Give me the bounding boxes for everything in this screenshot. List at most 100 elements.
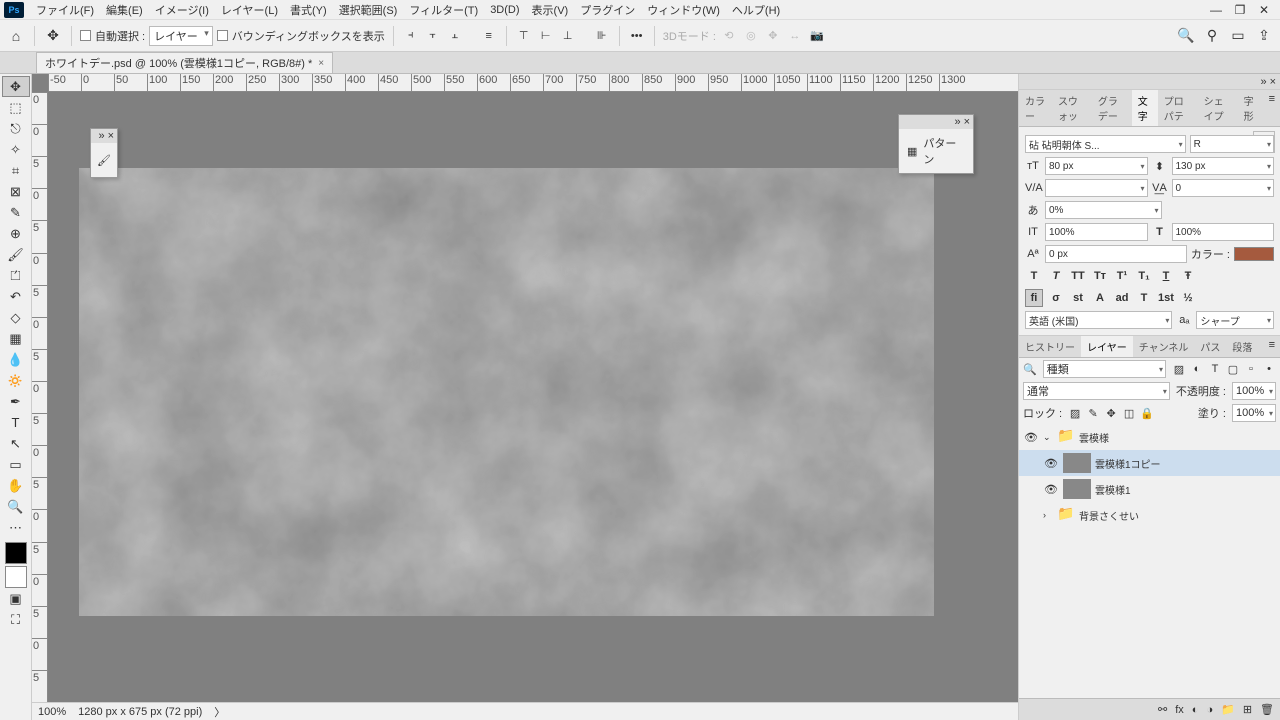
qsearch-icon[interactable]: ⚲ (1202, 26, 1222, 46)
auto-select-dropdown[interactable]: レイヤー (149, 26, 213, 46)
subscript-button[interactable]: T₁ (1135, 267, 1153, 285)
layer-name[interactable]: 雲模様1コピー (1095, 456, 1161, 471)
antialias-field[interactable]: シャープ (1196, 311, 1274, 329)
stamp-tool[interactable]: ⏍ (2, 265, 30, 286)
panel-collapse-icon[interactable]: » (1260, 76, 1266, 88)
history-tool[interactable]: ↶ (2, 286, 30, 307)
leading-field[interactable]: 130 px (1172, 157, 1275, 175)
visibility-icon[interactable]: 👁 (1023, 431, 1039, 444)
lock-artboard-icon[interactable]: ◫ (1122, 406, 1136, 420)
visibility-icon[interactable]: 👁 (1043, 457, 1059, 470)
filter-shape-icon[interactable]: ▢ (1226, 362, 1240, 376)
language-field[interactable]: 英語 (米国) (1025, 311, 1172, 329)
ornament-button[interactable]: A (1091, 289, 1109, 307)
font-style-field[interactable]: R (1190, 135, 1274, 153)
filter-toggle-icon[interactable]: • (1262, 362, 1276, 376)
font-size-field[interactable]: 80 px (1045, 157, 1148, 175)
liga-button[interactable]: fi (1025, 289, 1043, 307)
tracking-field[interactable]: 0 (1172, 179, 1275, 197)
align-middle-icon[interactable]: ⊢ (537, 27, 555, 45)
fx-icon[interactable]: fx (1175, 704, 1184, 716)
tab-character[interactable]: 文字 (1132, 90, 1158, 126)
menu-type[interactable]: 書式(Y) (284, 0, 333, 20)
hscale-field[interactable]: 100% (1172, 223, 1275, 241)
tab-close-icon[interactable]: × (318, 58, 324, 69)
layer-row[interactable]: 👁⌄📁雲模様 (1019, 424, 1280, 450)
filter-kind-field[interactable]: 種類 (1043, 360, 1166, 378)
allcaps-button[interactable]: TT (1069, 267, 1087, 285)
wand-tool[interactable]: ✧ (2, 139, 30, 160)
strike-button[interactable]: Ŧ (1179, 267, 1197, 285)
distribute-icon[interactable]: ≡ (480, 27, 498, 45)
menu-plugin[interactable]: プラグイン (574, 0, 641, 20)
filter-icon[interactable]: 🔍 (1023, 363, 1037, 376)
menu-file[interactable]: ファイル(F) (30, 0, 100, 20)
superscript-button[interactable]: T¹ (1113, 267, 1131, 285)
tab-gradients[interactable]: グラデー (1092, 90, 1132, 126)
panel-menu-icon[interactable]: ≡ (1264, 90, 1280, 126)
tab-glyphs[interactable]: 字形 (1238, 90, 1264, 126)
auto-select-checkbox[interactable] (80, 30, 91, 41)
align-center-h-icon[interactable]: ⫟ (424, 27, 442, 45)
workspace-icon[interactable]: ▭ (1228, 26, 1248, 46)
fill-field[interactable]: 100% (1232, 404, 1276, 422)
edit-toolbar[interactable]: ⋯ (2, 517, 30, 538)
panel-close-icon[interactable]: × (108, 130, 114, 142)
layer-name[interactable]: 雲模様1 (1095, 482, 1131, 497)
menu-edit[interactable]: 編集(E) (100, 0, 149, 20)
search-icon[interactable]: 🔍 (1176, 26, 1196, 46)
layer-name[interactable]: 雲模様 (1079, 430, 1109, 445)
window-close-icon[interactable]: ✕ (1252, 3, 1276, 17)
move-tool[interactable]: ✥ (2, 76, 30, 97)
disclosure-icon[interactable]: › (1043, 510, 1053, 520)
window-minimize-icon[interactable]: — (1204, 3, 1228, 17)
blur-tool[interactable]: 💧 (2, 349, 30, 370)
layer-row[interactable]: 👁雲模様1 (1019, 476, 1280, 502)
panel-close-icon[interactable]: × (964, 116, 970, 128)
tab-paragraph[interactable]: 段落 (1226, 336, 1258, 357)
tab-swatches[interactable]: スウォッ (1052, 90, 1092, 126)
align-right-icon[interactable]: ⫠ (446, 27, 464, 45)
hand-tool[interactable]: ✋ (2, 475, 30, 496)
home-icon[interactable]: ⌂ (6, 26, 26, 46)
fraction-button[interactable]: 1st (1157, 289, 1175, 307)
text-color-swatch[interactable] (1234, 247, 1274, 261)
align-left-icon[interactable]: ⫞ (402, 27, 420, 45)
screenmode-tool[interactable]: ⛶ (2, 609, 30, 630)
lasso-tool[interactable]: ⎋ (2, 118, 30, 139)
gradient-tool[interactable]: ▦ (2, 328, 30, 349)
lock-pixels-icon[interactable]: ▨ (1068, 406, 1082, 420)
font-family-field[interactable]: 砧 砧明朝体 S... (1025, 135, 1186, 153)
menu-filter[interactable]: フィルター(T) (403, 0, 484, 20)
swash-button[interactable]: st (1069, 289, 1087, 307)
shape-tool[interactable]: ▭ (2, 454, 30, 475)
menu-view[interactable]: 表示(V) (526, 0, 575, 20)
panel-collapse-icon[interactable]: » (954, 116, 960, 128)
zoom-tool[interactable]: 🔍 (2, 496, 30, 517)
brush-icon[interactable]: 🖌 (97, 154, 111, 167)
background-color[interactable] (5, 566, 27, 588)
align-bottom-icon[interactable]: ⊥ (559, 27, 577, 45)
tab-history[interactable]: ヒストリー (1019, 336, 1081, 357)
dodge-tool[interactable]: 🔅 (2, 370, 30, 391)
eraser-tool[interactable]: ◇ (2, 307, 30, 328)
marquee-tool[interactable]: ⬚ (2, 97, 30, 118)
brush-tool[interactable]: 🖌 (2, 244, 30, 265)
adjustment-icon[interactable]: ◑ (1206, 704, 1213, 716)
titling-button[interactable]: ad (1113, 289, 1131, 307)
mask-icon[interactable]: ◐ (1192, 704, 1199, 716)
foreground-color[interactable] (5, 542, 27, 564)
menu-select[interactable]: 選択範囲(S) (333, 0, 404, 20)
layer-row[interactable]: 👁 雲模様1コピー (1019, 450, 1280, 476)
layer-name[interactable]: 背景さくせい (1079, 508, 1139, 523)
panel-close-icon[interactable]: × (1270, 76, 1276, 88)
tab-layers[interactable]: レイヤー (1081, 336, 1133, 357)
lock-all-icon[interactable]: 🔒 (1140, 406, 1154, 420)
eyedropper-tool[interactable]: ✎ (2, 202, 30, 223)
kerning-field[interactable] (1045, 179, 1148, 197)
delete-icon[interactable]: 🗑 (1260, 703, 1274, 716)
opacity-field[interactable]: 100% (1232, 382, 1276, 400)
pen-tool[interactable]: ✒ (2, 391, 30, 412)
panel-menu-icon[interactable]: ≡ (1264, 336, 1280, 357)
link-icon[interactable]: ⚯ (1158, 703, 1167, 716)
